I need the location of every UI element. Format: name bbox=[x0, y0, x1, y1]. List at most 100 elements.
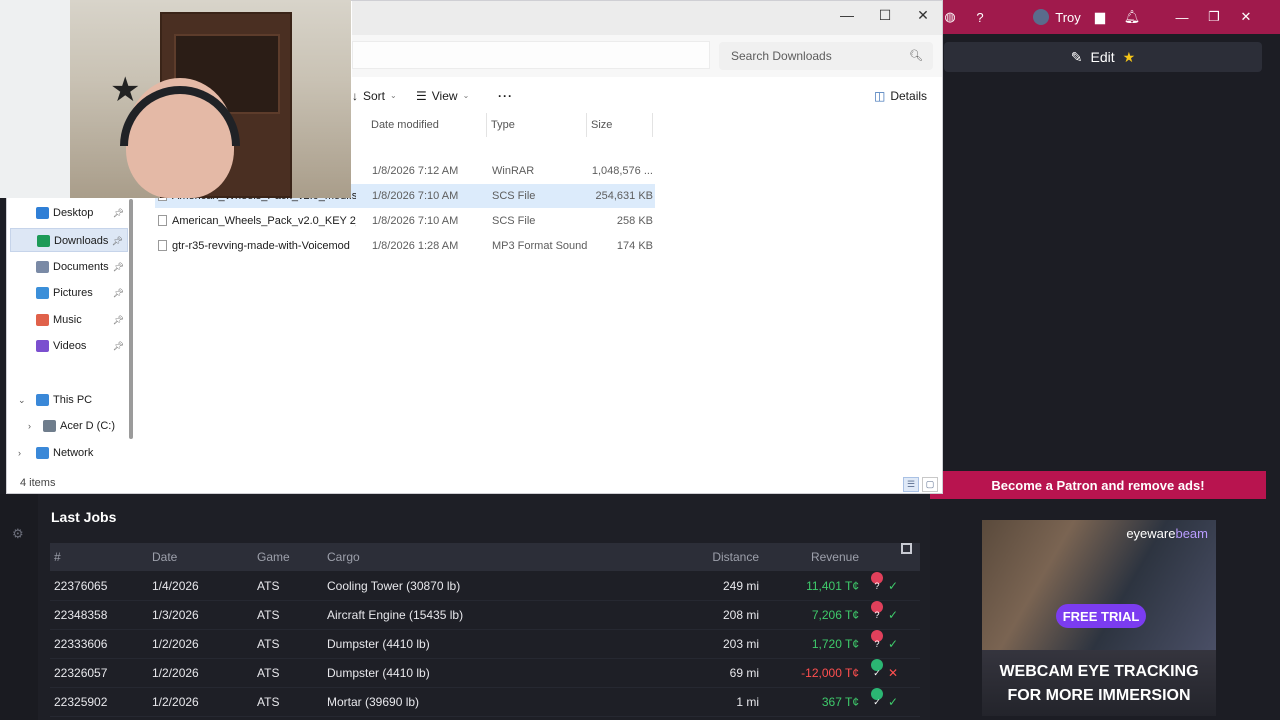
table-row[interactable]: 22348358 1/3/2026 ATS Aircraft Engine (1543… bbox=[50, 601, 920, 630]
navigation-pane: Desktop 📌︎ Downloads 📌︎ Documents 📌︎ Pictures 📌… bbox=[7, 199, 131, 469]
nav-label: Videos bbox=[53, 340, 87, 352]
close-button[interactable]: ✕ bbox=[904, 1, 942, 29]
col-id: # bbox=[54, 550, 61, 564]
job-id[interactable]: 22376065 bbox=[54, 572, 107, 601]
more-options-button[interactable]: ··· bbox=[498, 81, 513, 111]
search-input[interactable]: Search Downloads 🔍︎ bbox=[719, 42, 933, 70]
job-status-icon: ✓ bbox=[871, 688, 883, 707]
job-cargo: Dumpster (4410 lb) bbox=[327, 637, 430, 651]
file-size: 258 KB bbox=[616, 215, 653, 227]
address-bar[interactable] bbox=[352, 41, 710, 69]
job-check-icon: ✓ bbox=[888, 608, 899, 622]
job-cargo: Dumpster (4410 lb) bbox=[327, 666, 430, 680]
file-type: SCS File bbox=[492, 190, 536, 202]
chevron-right-icon[interactable]: › bbox=[28, 414, 31, 438]
job-distance: 249 mi bbox=[722, 579, 759, 593]
nav-item[interactable]: Desktop 📌︎ bbox=[10, 201, 128, 225]
chevron-right-icon[interactable]: › bbox=[18, 441, 21, 465]
col-cargo: Cargo bbox=[327, 550, 360, 564]
col-type[interactable]: Type bbox=[487, 113, 587, 137]
maximize-button[interactable]: ☐ bbox=[866, 1, 904, 29]
details-pane-button[interactable]: ◫ Details bbox=[874, 81, 927, 111]
view-button[interactable]: ☰ View ⌄ bbox=[416, 81, 469, 111]
close-icon[interactable]: ✕ bbox=[1238, 0, 1254, 34]
minimize-icon[interactable]: — bbox=[1174, 0, 1190, 34]
table-row[interactable]: 22326057 1/2/2026 ATS Dumpster (4410 lb) 69 … bbox=[50, 659, 920, 688]
videos-icon bbox=[36, 340, 49, 352]
job-game: ATS bbox=[257, 695, 280, 709]
nav-item[interactable]: › Network bbox=[10, 441, 128, 465]
job-date: 1/2/2026 bbox=[152, 695, 199, 709]
column-toggle-icon[interactable] bbox=[901, 543, 912, 554]
tiles-view-icon[interactable]: ▢ bbox=[922, 477, 938, 492]
file-row[interactable]: gtr-r35-revving-made-with-Voicemod 1/8/20… bbox=[155, 234, 655, 258]
minimize-button[interactable]: — bbox=[828, 1, 866, 29]
nav-item[interactable]: ⌄ This PC bbox=[10, 388, 128, 412]
job-id[interactable]: 22326057 bbox=[54, 659, 107, 688]
messages-icon[interactable]: ▆ bbox=[1092, 0, 1108, 34]
gear-icon[interactable]: ⚙ bbox=[12, 526, 24, 542]
job-id[interactable]: 22348358 bbox=[54, 601, 107, 630]
job-check-icon: ✓ bbox=[888, 579, 899, 593]
nav-item[interactable]: Documents 📌︎ bbox=[10, 255, 128, 279]
chevron-down-icon: ⌄ bbox=[462, 91, 470, 100]
job-cancel-icon: ✕ bbox=[888, 666, 899, 680]
file-type: WinRAR bbox=[492, 165, 535, 177]
col-size[interactable]: Size bbox=[587, 113, 653, 137]
col-date-modified[interactable]: Date modified bbox=[367, 113, 487, 137]
search-icon: 🔍︎ bbox=[909, 50, 923, 62]
job-date: 1/4/2026 bbox=[152, 579, 199, 593]
file-icon bbox=[158, 215, 167, 226]
file-size: 174 KB bbox=[616, 240, 653, 252]
file-type: SCS File bbox=[492, 215, 536, 227]
sort-arrow-icon: ↓ bbox=[352, 89, 358, 103]
pin-icon: 📌︎ bbox=[112, 288, 124, 298]
nav-scrollbar[interactable] bbox=[129, 199, 133, 439]
chevron-down-icon[interactable]: ⌄ bbox=[18, 388, 26, 412]
file-date: 1/8/2026 7:12 AM bbox=[372, 165, 459, 177]
job-id[interactable]: 22333606 bbox=[54, 630, 107, 659]
details-view-icon[interactable]: ☰ bbox=[903, 477, 919, 492]
user-menu[interactable]: Troy bbox=[1022, 0, 1092, 34]
nav-item[interactable]: Videos 📌︎ bbox=[10, 334, 128, 358]
documents-icon bbox=[36, 261, 49, 273]
nav-label: Documents bbox=[53, 261, 109, 273]
ad-banner[interactable]: eyewarebeam FREE TRIAL WEBCAM EYE TRACKI… bbox=[982, 520, 1216, 716]
nav-item[interactable]: Pictures 📌︎ bbox=[10, 281, 128, 305]
job-game: ATS bbox=[257, 579, 280, 593]
nav-item[interactable]: Downloads 📌︎ bbox=[10, 228, 128, 252]
help-icon[interactable]: ? bbox=[970, 0, 990, 34]
col-game: Game bbox=[257, 550, 290, 564]
patron-banner[interactable]: Become a Patron and remove ads! bbox=[930, 471, 1266, 499]
table-row[interactable]: 22333606 1/2/2026 ATS Dumpster (4410 lb) 203… bbox=[50, 630, 920, 659]
language-icon[interactable]: ◍ bbox=[940, 0, 960, 34]
job-id[interactable]: 22325902 bbox=[54, 688, 107, 717]
table-row[interactable]: 22376065 1/4/2026 ATS Cooling Tower (30870 … bbox=[50, 572, 920, 601]
notifications-icon[interactable]: 🔔︎ bbox=[1124, 0, 1141, 34]
file-size: 1,048,576 ... bbox=[591, 165, 653, 177]
job-distance: 69 mi bbox=[729, 666, 759, 680]
edit-profile-button[interactable]: ✎ Edit ★ bbox=[944, 42, 1262, 72]
sort-button[interactable]: ↓ Sort ⌄ bbox=[352, 81, 397, 111]
nav-item[interactable]: › Acer D (C:) bbox=[10, 414, 128, 438]
free-trial-button[interactable]: FREE TRIAL bbox=[1056, 604, 1146, 628]
restore-icon[interactable]: ❐ bbox=[1206, 0, 1222, 34]
username: Troy bbox=[1055, 9, 1081, 25]
nav-label: Desktop bbox=[53, 207, 94, 219]
drive-icon bbox=[43, 420, 56, 432]
job-status-icon: ? bbox=[871, 601, 883, 620]
job-date: 1/2/2026 bbox=[152, 637, 199, 651]
table-row[interactable]: 22325902 1/2/2026 ATS Mortar (39690 lb) 1 mi… bbox=[50, 688, 920, 717]
pin-icon: 📌︎ bbox=[112, 208, 124, 218]
file-row[interactable]: American_Wheels_Pack_v2.0_KEY 2_modl... 1… bbox=[155, 209, 655, 233]
job-distance: 208 mi bbox=[722, 608, 759, 622]
search-placeholder: Search Downloads bbox=[731, 49, 832, 63]
nav-item[interactable]: Music 📌︎ bbox=[10, 308, 128, 332]
file-date: 1/8/2026 7:10 AM bbox=[372, 190, 459, 202]
file-name: gtr-r35-revving-made-with-Voicemod bbox=[172, 240, 350, 252]
job-status-icon: ? bbox=[871, 572, 883, 591]
job-distance: 203 mi bbox=[722, 637, 759, 651]
nav-label: This PC bbox=[53, 394, 93, 406]
file-icon bbox=[158, 240, 167, 251]
job-check-icon: ✓ bbox=[888, 637, 899, 651]
